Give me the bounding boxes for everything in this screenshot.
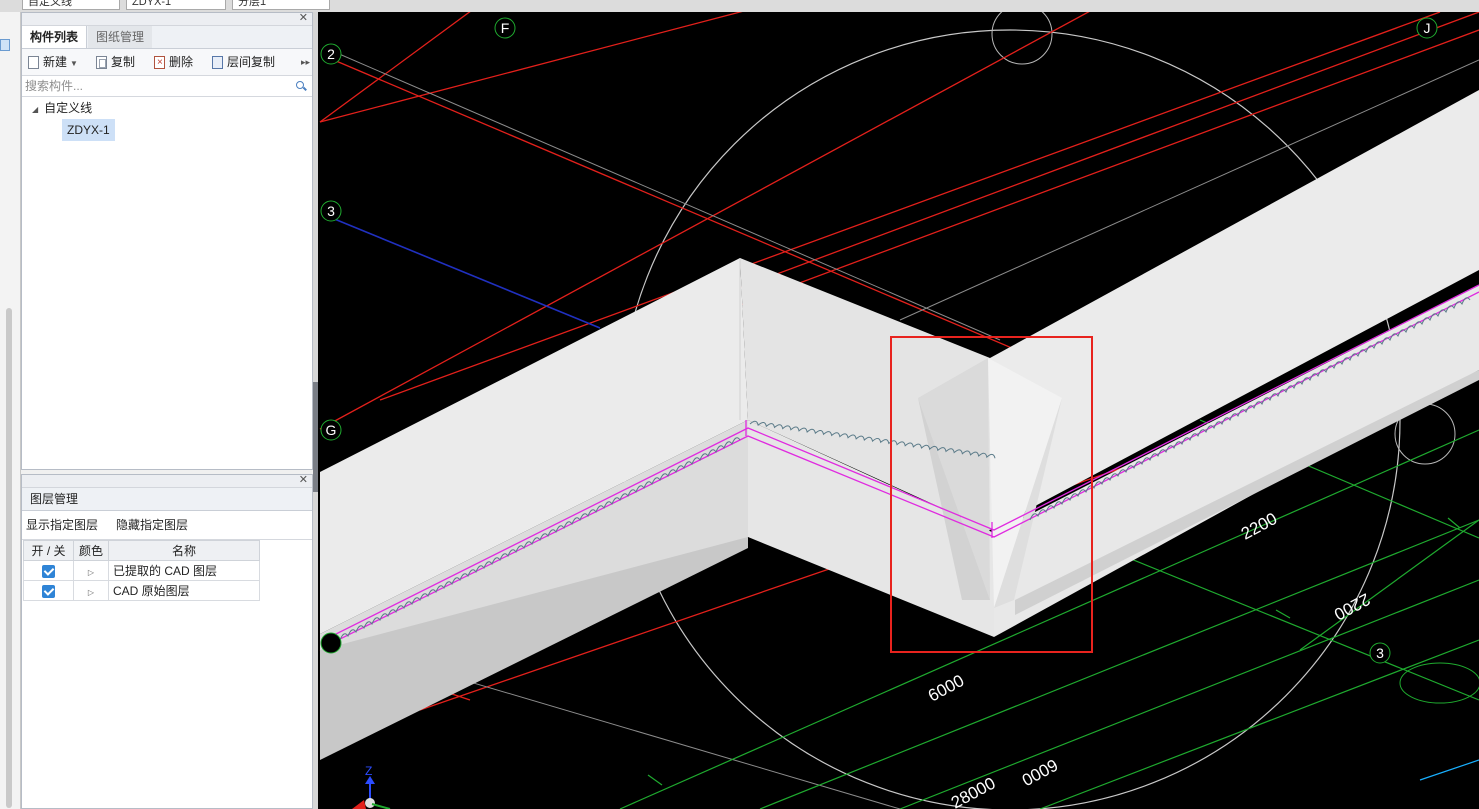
tree-item-zdyx-1[interactable]: ZDYX-1: [62, 119, 115, 141]
close-icon[interactable]: ✕: [299, 11, 308, 25]
dimension-label: 6000: [925, 671, 967, 706]
panel-titlebar: ✕: [22, 11, 312, 26]
cad-scene: F J 2 3 G 3 2200 2200 6000 6000 28000 Z: [319, 12, 1479, 809]
column-color: 颜色: [73, 540, 109, 561]
show-layers-button[interactable]: 显示指定图层: [26, 518, 98, 532]
collapse-triangle-icon[interactable]: ◢: [32, 105, 38, 114]
layer-toggle-checkbox[interactable]: [42, 584, 55, 598]
layer-row[interactable]: ▷ 已提取的 CAD 图层: [23, 560, 260, 581]
layer-name: CAD 原始图层: [108, 580, 260, 601]
more-icon[interactable]: ▸▸: [301, 57, 310, 68]
component-toolbar: 新建▼ 复制 删除 层间复制 ▸▸: [22, 49, 312, 76]
floor-copy-icon: [212, 56, 223, 69]
component-type-combo[interactable]: 自定义线: [22, 0, 120, 10]
color-expand-icon[interactable]: ▷: [88, 588, 94, 597]
axis-label-3: 3: [327, 203, 335, 219]
tab-component-list[interactable]: 构件列表: [22, 26, 88, 48]
wall-model[interactable]: [320, 90, 1479, 760]
layer-table-header: 开 / 关 颜色 名称: [23, 540, 260, 561]
dropdown-arrow-icon[interactable]: ▼: [70, 59, 78, 68]
layer-row[interactable]: ▷ CAD 原始图层: [23, 580, 260, 601]
component-tree: ◢ 自定义线 ZDYX-1: [22, 97, 312, 457]
color-expand-icon[interactable]: ▷: [88, 568, 94, 577]
panel-titlebar: ✕: [22, 473, 312, 488]
axis-label-f: F: [501, 20, 510, 36]
floor-copy-button[interactable]: 层间复制: [212, 53, 275, 71]
left-scrollbar[interactable]: [6, 308, 12, 808]
delete-icon: [154, 56, 165, 69]
close-icon[interactable]: ✕: [299, 473, 308, 487]
new-button[interactable]: 新建 ▼: [28, 53, 78, 71]
dimension-label: 28000: [948, 774, 999, 809]
axis-label-g: G: [326, 422, 337, 438]
axis-gizmo: Z: [352, 764, 391, 809]
search-icon[interactable]: [296, 81, 304, 89]
panel-tabs: 构件列表 图纸管理: [22, 26, 312, 49]
axis-label-3-right: 3: [1376, 645, 1384, 661]
copy-icon: [96, 56, 107, 69]
layer-management-panel: ✕ 图层管理 显示指定图层 隐藏指定图层 开 / 关 颜色 名称 ▷ 已提取的 C…: [21, 474, 313, 809]
layer-name: 已提取的 CAD 图层: [108, 560, 260, 581]
dimension-label: 2200: [1238, 509, 1280, 544]
component-search: [22, 76, 312, 97]
hide-layers-button[interactable]: 隐藏指定图层: [116, 518, 188, 532]
layer-actions: 显示指定图层 隐藏指定图层: [22, 511, 312, 540]
copy-button[interactable]: 复制: [96, 53, 135, 71]
3d-viewport[interactable]: F J 2 3 G 3 2200 2200 6000 6000 28000 Z: [318, 12, 1479, 809]
layer-panel-title: 图层管理: [22, 488, 312, 511]
column-name: 名称: [108, 540, 260, 561]
tree-node-custom-line[interactable]: ◢ 自定义线: [32, 98, 92, 118]
column-toggle: 开 / 关: [23, 540, 74, 561]
layer-toggle-checkbox[interactable]: [42, 564, 55, 578]
component-list-panel: ✕ 构件列表 图纸管理 新建▼ 复制 删除 层间复制 ▸▸ ◢自定义线 ZDYX…: [21, 12, 313, 470]
top-toolbar: 自定义线 ZDYX-1 分层1: [0, 0, 1479, 12]
axis-label-2: 2: [327, 46, 335, 62]
new-file-icon: [28, 56, 39, 69]
floor-combo[interactable]: 分层1: [232, 0, 330, 10]
tab-drawing-management[interactable]: 图纸管理: [88, 26, 153, 48]
delete-button[interactable]: 删除: [154, 53, 193, 71]
gizmo-z-label: Z: [365, 764, 372, 778]
layer-table: 开 / 关 颜色 名称 ▷ 已提取的 CAD 图层 ▷ CAD 原始图层: [23, 540, 260, 601]
component-name-combo[interactable]: ZDYX-1: [126, 0, 226, 10]
axis-label-j: J: [1424, 20, 1431, 36]
dimension-label: 2200: [1331, 589, 1373, 624]
dock-window-icon[interactable]: [0, 39, 10, 51]
search-input[interactable]: [22, 76, 287, 96]
left-dock-strip: [0, 12, 21, 809]
